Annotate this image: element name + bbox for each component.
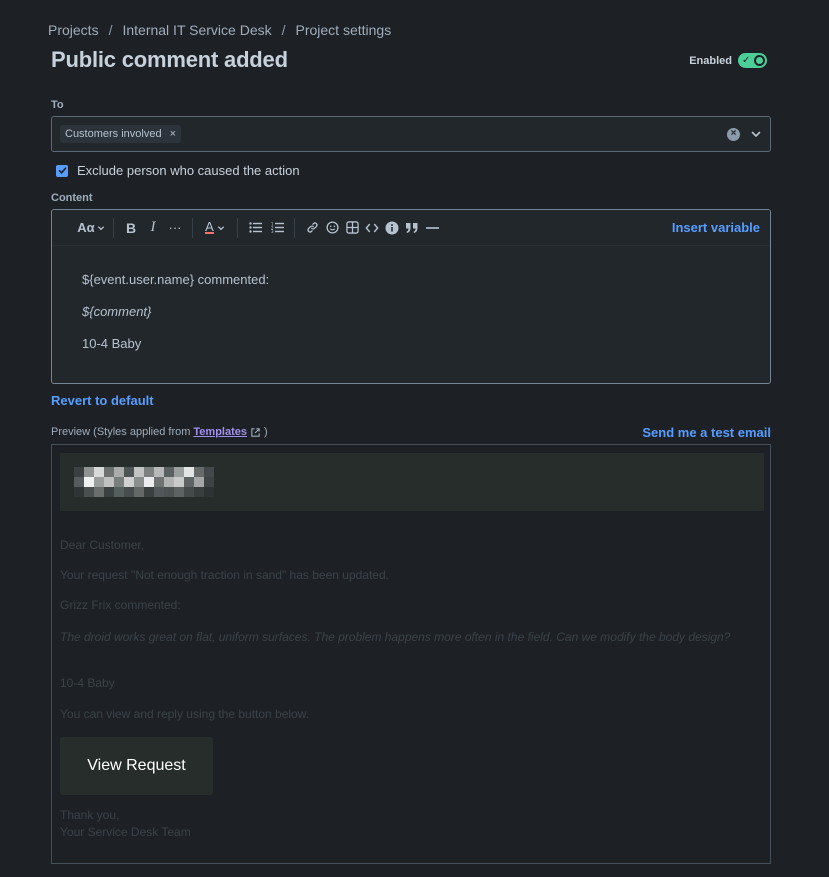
preview-commenter: Grizz Frix commented: [60, 598, 181, 612]
toolbar-divider [113, 217, 114, 238]
enabled-toggle[interactable]: ✓ [738, 53, 767, 68]
content-label: Content [51, 192, 93, 204]
exclude-person-row: Exclude person who caused the action [56, 163, 300, 178]
recipient-tag: Customers involved × [60, 125, 182, 143]
text-color-icon: A [205, 219, 214, 234]
send-test-email-link[interactable]: Send me a test email [642, 425, 771, 440]
check-icon: ✓ [742, 55, 751, 66]
editor-toolbar: Aα B I ··· A 123 Insert variable [52, 210, 770, 246]
chevron-down-icon [97, 225, 104, 230]
breadcrumb-project-settings[interactable]: Project settings [296, 22, 392, 38]
remove-tag-icon[interactable]: × [170, 128, 176, 140]
editor-line: 10-4 Baby [82, 336, 142, 351]
text-style-button[interactable]: Aα [76, 217, 106, 239]
toolbar-divider [294, 217, 295, 238]
breadcrumb-project[interactable]: Internal IT Service Desk [122, 22, 271, 38]
clear-icon[interactable]: × [727, 127, 740, 141]
text-color-button[interactable]: A [200, 217, 230, 239]
toolbar-divider [237, 217, 238, 238]
emoji-icon[interactable] [322, 217, 342, 239]
recipient-tag-label: Customers involved [65, 128, 162, 140]
content-editor: Aα B I ··· A 123 Insert variable ${event… [51, 209, 771, 384]
breadcrumb: Projects / Internal IT Service Desk / Pr… [48, 22, 391, 38]
editor-line: ${event.user.name} commented: [82, 272, 270, 287]
toolbar-divider [192, 217, 193, 238]
to-recipients-select[interactable]: Customers involved × × [51, 116, 771, 152]
preview-label-prefix: Preview (Styles applied from [51, 426, 191, 438]
templates-link[interactable]: Templates [193, 426, 247, 438]
quote-icon[interactable] [402, 217, 422, 239]
editor-content[interactable]: ${event.user.name} commented: ${comment}… [52, 246, 770, 383]
chevron-down-icon[interactable] [750, 128, 762, 140]
preview-updated: Your request "Not enough traction in san… [60, 568, 389, 582]
breadcrumb-separator: / [108, 22, 113, 38]
chevron-down-icon [217, 225, 224, 230]
check-icon [58, 167, 66, 174]
more-formatting-icon[interactable]: ··· [165, 217, 185, 239]
exclude-person-label: Exclude person who caused the action [77, 163, 300, 178]
preview-signoff: Your Service Desk Team [60, 825, 191, 839]
toggle-knob [754, 55, 765, 66]
svg-text:3: 3 [271, 229, 274, 233]
divider-icon[interactable] [422, 217, 442, 239]
info-panel-icon[interactable] [382, 217, 402, 239]
preview-comment: The droid works great on flat, uniform s… [60, 630, 731, 644]
revert-to-default-link[interactable]: Revert to default [51, 393, 154, 408]
code-icon[interactable] [362, 217, 382, 239]
preview-thanks: Thank you, [60, 808, 120, 822]
insert-variable-button[interactable]: Insert variable [672, 220, 760, 235]
exclude-person-checkbox[interactable] [56, 164, 68, 177]
preview-reply: 10-4 Baby [60, 676, 115, 690]
bold-icon[interactable]: B [121, 217, 141, 239]
table-icon[interactable] [342, 217, 362, 239]
editor-line-variable: ${comment} [82, 304, 152, 319]
numbered-list-icon[interactable]: 123 [267, 217, 287, 239]
external-link-icon[interactable] [250, 427, 261, 438]
view-request-button[interactable]: View Request [60, 737, 213, 795]
preview-greeting: Dear Customer, [60, 538, 145, 552]
italic-icon[interactable]: I [143, 217, 163, 239]
breadcrumb-separator: / [281, 22, 286, 38]
preview-label: Preview (Styles applied from Templates ) [51, 426, 268, 438]
bullet-list-icon[interactable] [245, 217, 265, 239]
page-title: Public comment added [51, 47, 288, 72]
to-label: To [51, 99, 64, 111]
blurred-logo [74, 467, 214, 497]
link-icon[interactable] [302, 217, 322, 239]
enabled-label: Enabled [689, 54, 732, 67]
email-preview: Dear Customer, Your request "Not enough … [51, 444, 771, 864]
email-header [60, 453, 764, 511]
breadcrumb-projects[interactable]: Projects [48, 22, 99, 38]
enabled-toggle-group: Enabled ✓ [689, 53, 767, 68]
text-style-icon: Aα [77, 220, 95, 235]
preview-view-instructions: You can view and reply using the button … [60, 707, 310, 721]
